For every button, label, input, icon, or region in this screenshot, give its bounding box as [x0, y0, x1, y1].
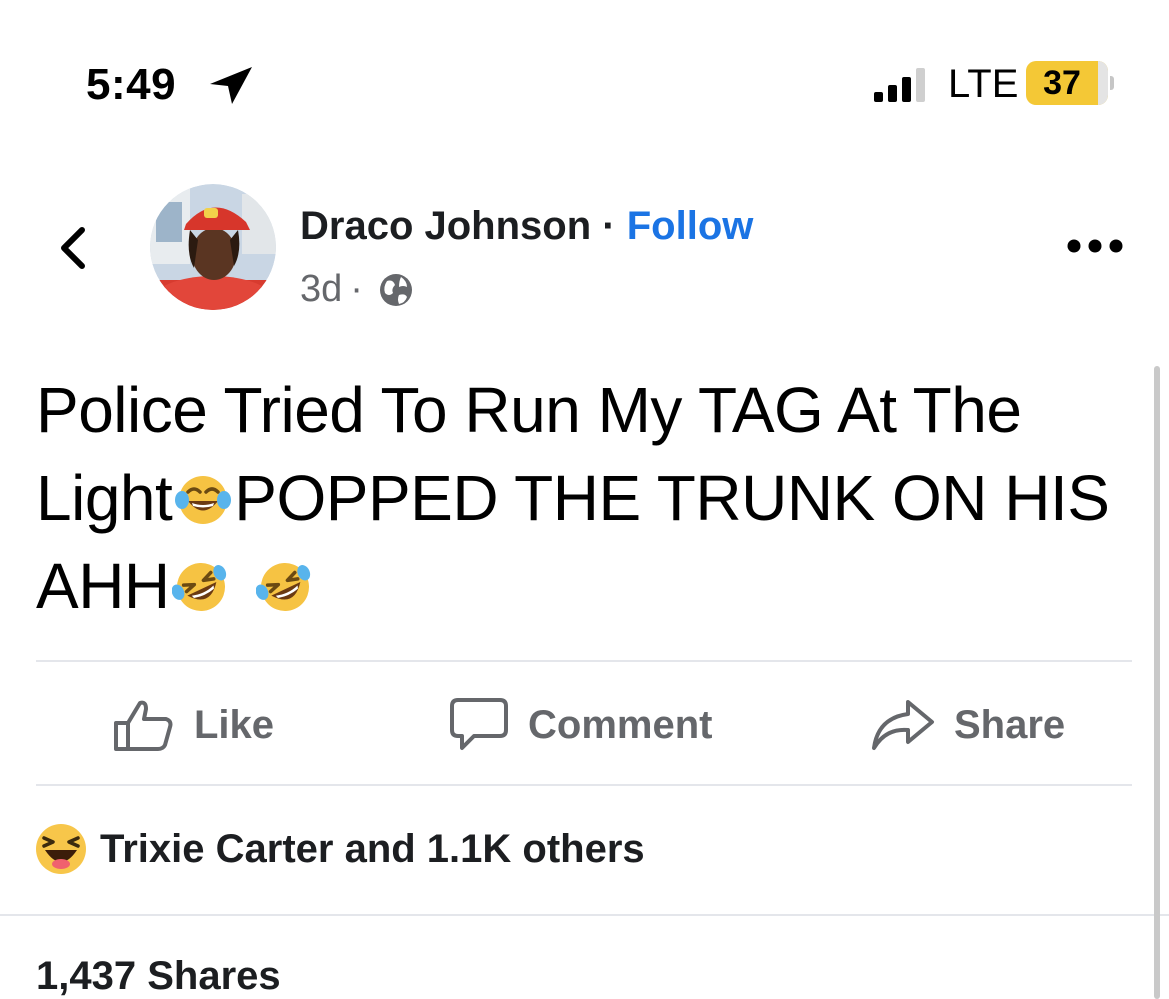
post-meta: 3d ·: [300, 268, 415, 311]
share-label: Share: [954, 702, 1066, 747]
battery-level: 37: [1043, 64, 1081, 102]
shares-count[interactable]: 1,437 Shares: [36, 954, 281, 999]
author-separator: ·: [602, 204, 616, 248]
battery-empty-portion: [1098, 61, 1108, 105]
battery-terminal: [1110, 76, 1114, 90]
haha-reaction-icon: [36, 824, 86, 874]
like-button[interactable]: Like: [112, 690, 274, 760]
comment-label: Comment: [528, 702, 713, 747]
globe-icon: [379, 273, 412, 306]
location-arrow-icon: [210, 67, 252, 104]
battery-indicator: 37: [1026, 61, 1108, 105]
rolling-on-the-floor-laughing-icon: [171, 563, 226, 611]
comment-button[interactable]: Comment: [448, 690, 712, 760]
post-age[interactable]: 3d: [300, 268, 342, 311]
divider: [36, 660, 1132, 662]
like-label: Like: [194, 702, 275, 747]
network-type: LTE: [948, 62, 1019, 106]
meta-separator: ·: [350, 268, 363, 310]
thumbs-up-icon: [114, 700, 173, 751]
scrollbar[interactable]: [1154, 366, 1160, 999]
more-options-icon[interactable]: [1066, 234, 1124, 258]
author-line: Draco Johnson · Follow: [300, 204, 753, 249]
reaction-summary-text: Trixie Carter and 1.1K others: [100, 826, 645, 871]
author-name[interactable]: Draco Johnson: [300, 204, 591, 248]
comment-bubble-icon: [450, 698, 508, 750]
author-avatar[interactable]: [150, 184, 276, 310]
share-arrow-icon: [872, 700, 934, 750]
face-with-tears-of-joy-icon: [175, 476, 232, 524]
reaction-summary[interactable]: Trixie Carter and 1.1K others: [34, 822, 645, 876]
divider: [36, 784, 1132, 786]
post-text: Police Tried To Run My TAG At The Light …: [36, 366, 1146, 630]
cellular-signal-icon: [874, 68, 925, 102]
back-chevron-icon[interactable]: [52, 222, 92, 274]
share-button[interactable]: Share: [870, 690, 1065, 760]
follow-button[interactable]: Follow: [627, 204, 754, 248]
status-time: 5:49: [86, 60, 177, 109]
rolling-on-the-floor-laughing-icon: [255, 563, 310, 611]
divider: [0, 914, 1169, 916]
